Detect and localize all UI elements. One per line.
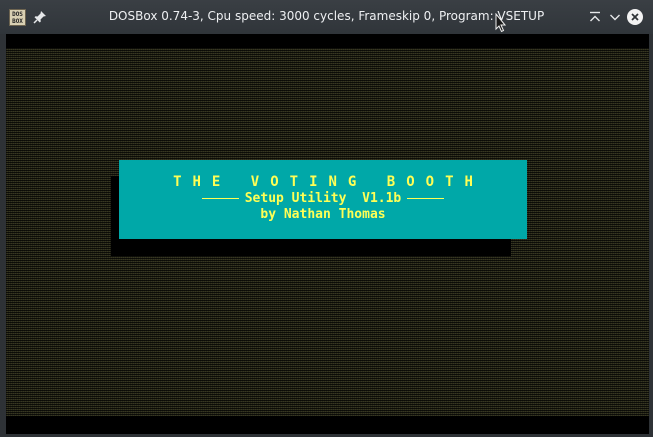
mouse-cursor-icon — [495, 13, 506, 33]
keep-above-icon[interactable] — [587, 9, 603, 25]
app-icon-line-2: BOX — [12, 18, 23, 25]
program-author: by Nathan Thomas — [260, 207, 386, 222]
program-subtitle-row: Setup Utility V1.1b — [119, 191, 527, 206]
dos-screen[interactable]: THE VOTING BOOTH Setup Utility V1.1b by … — [6, 34, 649, 434]
program-title: THE VOTING BOOTH — [173, 174, 484, 190]
rule-left — [201, 198, 239, 199]
window-title: DOSBox 0.74-3, Cpu speed: 3000 cycles, F… — [108, 9, 545, 23]
program-subtitle: Setup Utility V1.1b — [244, 191, 402, 206]
rule-right — [407, 198, 445, 199]
minimize-icon[interactable] — [607, 9, 623, 25]
title-bar[interactable]: DOS BOX DOSBox 0.74-3, Cpu speed: 3000 c… — [0, 0, 653, 34]
close-icon[interactable] — [627, 9, 643, 25]
pin-icon[interactable] — [33, 10, 47, 24]
app-icon-line-1: DOS — [12, 11, 23, 18]
dosbox-window: DOS BOX DOSBox 0.74-3, Cpu speed: 3000 c… — [0, 0, 653, 437]
title-banner: THE VOTING BOOTH Setup Utility V1.1b by … — [119, 160, 527, 239]
dosbox-app-icon[interactable]: DOS BOX — [9, 9, 26, 26]
